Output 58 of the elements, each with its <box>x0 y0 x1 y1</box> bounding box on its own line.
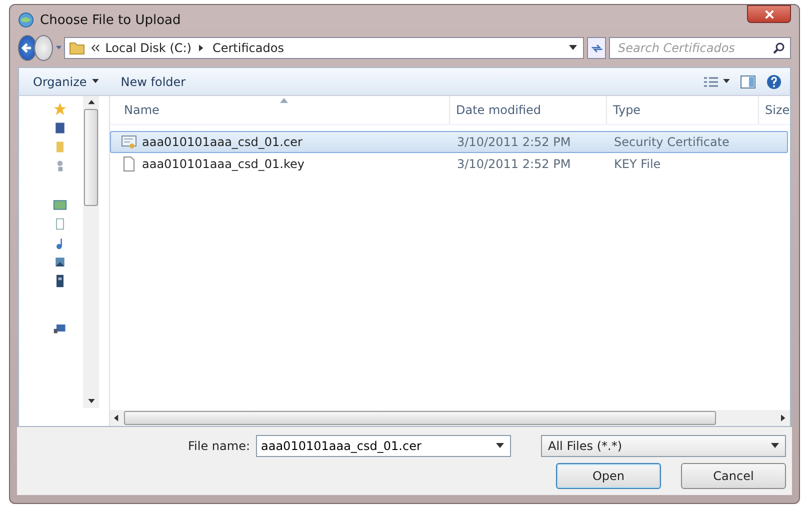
scroll-thumb[interactable] <box>84 109 98 206</box>
caret-icon[interactable] <box>723 79 730 84</box>
search-field[interactable]: Search Certificados <box>608 37 791 59</box>
pictures-icon[interactable] <box>53 255 67 269</box>
forward-button[interactable] <box>34 35 53 61</box>
view-icon[interactable] <box>703 74 719 88</box>
separator-icon[interactable] <box>199 44 204 52</box>
dialog-button[interactable]: Open <box>556 463 661 489</box>
sort-arrow-icon <box>280 98 288 103</box>
back-button[interactable] <box>18 35 37 61</box>
date-modified: 3/10/2011 2:52 PM <box>457 157 571 171</box>
column-header[interactable]: Type <box>607 96 759 124</box>
close-icon <box>764 8 774 20</box>
file-name-field[interactable]: aaa010101aaa_csd_01.cer <box>256 435 511 457</box>
file-type: KEY File <box>614 157 661 171</box>
star-icon[interactable] <box>53 102 67 116</box>
caret-icon <box>92 79 99 84</box>
address-bar[interactable]: Local Disk (C:) Certificados <box>64 37 584 59</box>
scroll-left-icon[interactable] <box>114 414 119 422</box>
refresh-button[interactable] <box>587 37 606 59</box>
dialog-button[interactable]: Cancel <box>681 463 786 489</box>
caret-icon[interactable] <box>569 45 578 51</box>
close-button[interactable] <box>747 5 791 23</box>
caret-icon[interactable] <box>496 443 504 449</box>
scroll-up-icon[interactable] <box>88 100 94 105</box>
file-name-label: File name: <box>188 439 250 453</box>
file-type-dropdown[interactable]: All Files (*.*) <box>541 435 786 457</box>
search-icon <box>772 42 785 54</box>
scroll-right-icon[interactable] <box>781 414 786 422</box>
window-title: Choose File to Upload <box>40 12 181 28</box>
document-icon <box>121 156 137 172</box>
desktop-icon[interactable] <box>53 121 67 135</box>
organize-button[interactable]: Organize <box>27 72 105 92</box>
refresh-icon <box>590 42 604 54</box>
scroll-down-icon[interactable] <box>88 399 94 404</box>
caret-icon <box>771 443 779 449</box>
file-type: Security Certificate <box>614 135 730 149</box>
column-header[interactable]: Name <box>110 96 450 124</box>
chevron-icon[interactable] <box>90 44 100 52</box>
file-name: aaa010101aaa_csd_01.key <box>142 157 304 171</box>
file-name: aaa010101aaa_csd_01.cer <box>142 135 302 149</box>
column-header[interactable]: Size <box>759 96 790 124</box>
file-row[interactable]: aaa010101aaa_csd_01.cer 3/10/2011 2:52 PM Security Certificate <box>110 131 788 153</box>
file-row[interactable]: aaa010101aaa_csd_01.key 3/10/2011 2:52 PM KEY File <box>110 153 788 175</box>
breadcrumb-item[interactable]: Certificados <box>212 41 284 55</box>
new-folder-button[interactable]: New folder <box>114 72 192 92</box>
library-icon[interactable] <box>53 198 67 212</box>
folder-icon <box>69 40 86 56</box>
globe-icon <box>18 12 34 28</box>
preview-pane-icon[interactable] <box>740 74 756 88</box>
scroll-thumb[interactable] <box>124 411 716 425</box>
breadcrumb-item[interactable]: Local Disk (C:) <box>105 41 192 55</box>
scrollbar[interactable] <box>83 96 99 408</box>
certificate-icon <box>121 134 137 150</box>
column-header[interactable]: Date modified <box>450 96 607 124</box>
date-modified: 3/10/2011 2:52 PM <box>457 135 571 149</box>
help-icon[interactable] <box>766 74 782 90</box>
scrollbar[interactable] <box>110 410 790 426</box>
